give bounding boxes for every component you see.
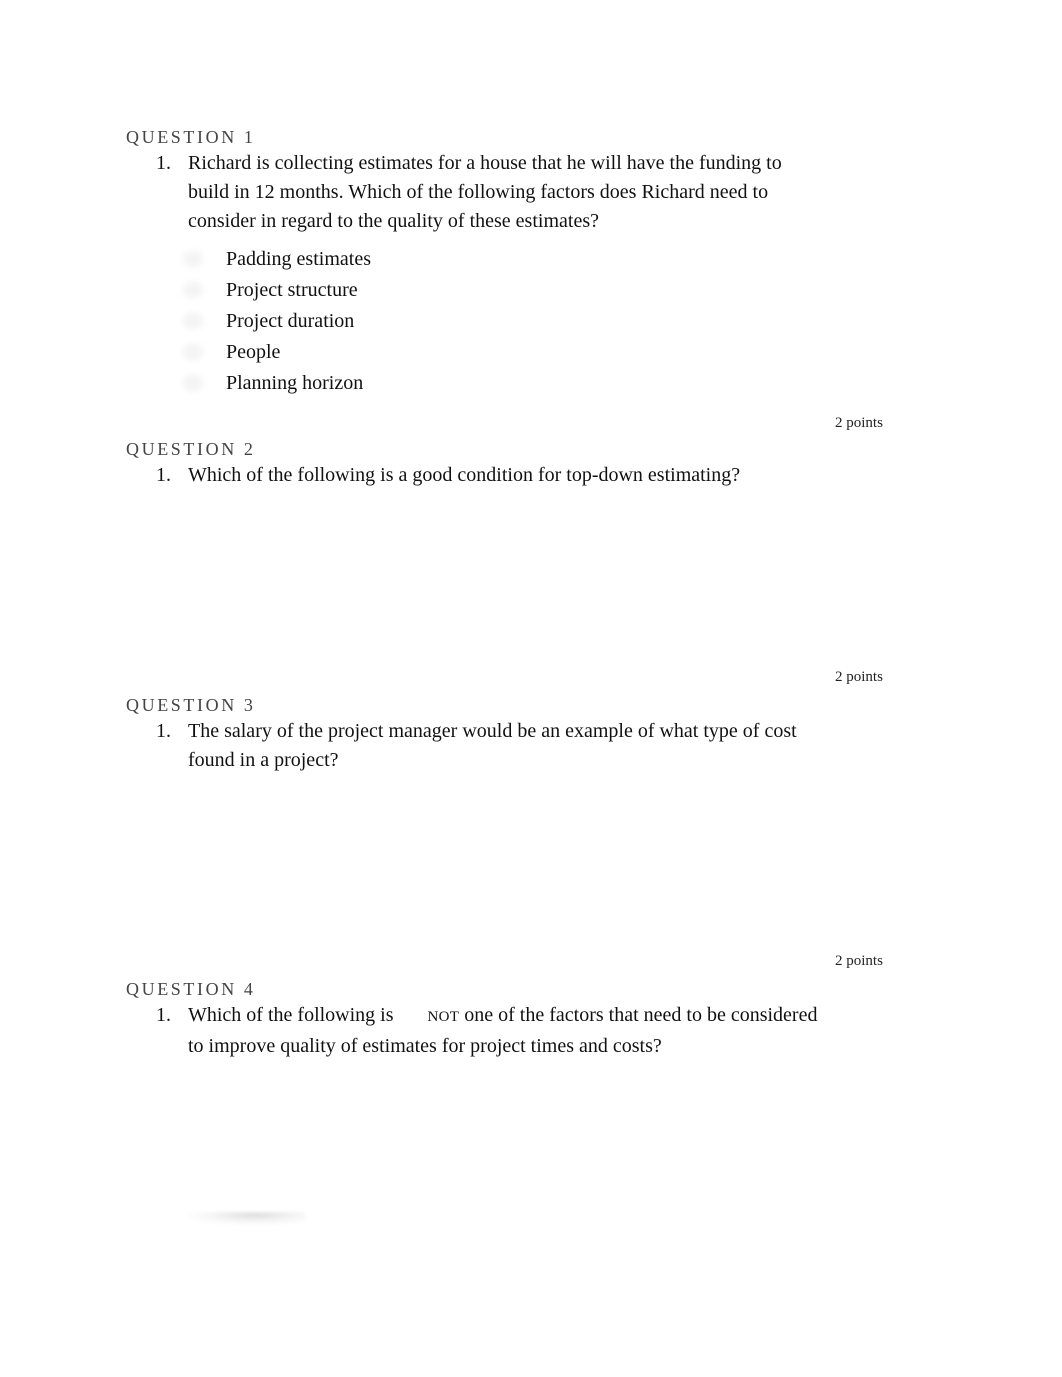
question-4-text: Which of the following is NOT one of the … (188, 1001, 817, 1061)
question-3-points: 2 points (835, 953, 883, 969)
option-padding-estimates[interactable]: Padding estimates (180, 243, 371, 274)
question-3-number: 1. (156, 720, 171, 742)
radio-button-icon[interactable] (180, 340, 206, 363)
option-label: Padding estimates (226, 247, 371, 270)
shadow-artifact (180, 1212, 305, 1226)
question-4-line-1: Which of the following is NOT one of the … (188, 1001, 817, 1032)
question-3-line-2: found in a project? (188, 749, 339, 771)
radio-button-icon[interactable] (180, 247, 206, 270)
question-2-heading: QUESTION 2 (126, 439, 256, 459)
radio-button-icon[interactable] (180, 278, 206, 301)
option-project-duration[interactable]: Project duration (180, 305, 371, 336)
question-2-points: 2 points (835, 669, 883, 685)
question-3-line-1: The salary of the project manager would … (188, 720, 797, 742)
question-1-points: 2 points (835, 415, 883, 431)
question-1-line-3: consider in regard to the quality of the… (188, 210, 599, 232)
question-1-line-2: build in 12 months. Which of the followi… (188, 181, 769, 203)
question-4-text-after: one of the factors that need to be consi… (459, 1004, 818, 1026)
question-1-heading: QUESTION 1 (126, 127, 256, 147)
radio-button-icon[interactable] (180, 309, 206, 332)
radio-button-icon[interactable] (180, 371, 206, 394)
question-4-number: 1. (156, 1004, 171, 1026)
question-2-number: 1. (156, 464, 171, 486)
question-2-text: Which of the following is a good conditi… (188, 461, 740, 490)
question-4-heading: QUESTION 4 (126, 979, 256, 999)
option-label: Planning horizon (226, 371, 364, 394)
question-2-line-1: Which of the following is a good conditi… (188, 464, 741, 486)
question-3-text: The salary of the project manager would … (188, 717, 797, 775)
quiz-document: QUESTION 1 1. Richard is collecting esti… (0, 0, 1062, 1377)
option-label: Project structure (226, 278, 358, 301)
option-project-structure[interactable]: Project structure (180, 274, 371, 305)
question-1-line-1: Richard is collecting estimates for a ho… (188, 152, 782, 174)
question-1-number: 1. (156, 152, 171, 174)
question-3-heading: QUESTION 3 (126, 695, 256, 715)
question-1-options: Padding estimates Project structure Proj… (180, 243, 371, 398)
question-1-text: Richard is collecting estimates for a ho… (188, 149, 782, 236)
option-planning-horizon[interactable]: Planning horizon (180, 367, 371, 398)
option-label: Project duration (226, 309, 355, 332)
question-4-emphasis-not: NOT (427, 1009, 460, 1025)
option-people[interactable]: People (180, 336, 371, 367)
option-label: People (226, 340, 281, 363)
question-4-line-2: to improve quality of estimates for proj… (188, 1035, 662, 1057)
question-4-text-before: Which of the following is (188, 1004, 394, 1026)
